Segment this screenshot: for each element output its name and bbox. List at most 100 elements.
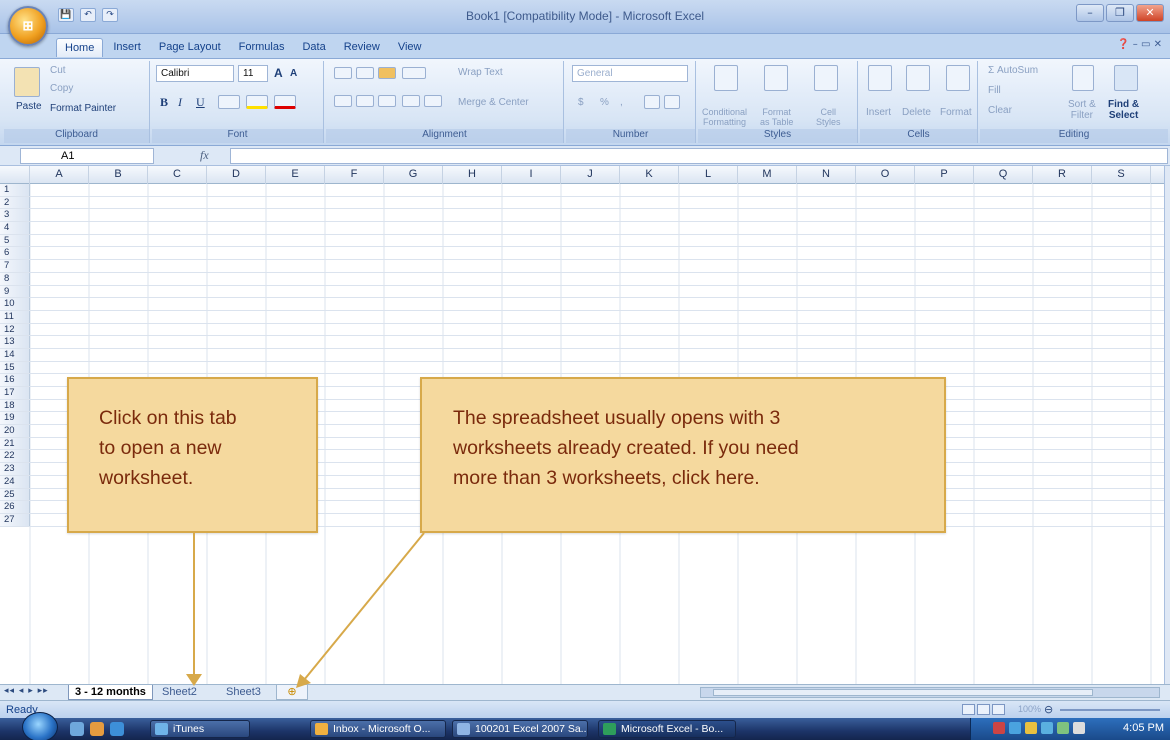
font-name-select[interactable]: Calibri	[156, 65, 234, 82]
column-header-a[interactable]: A	[30, 166, 89, 184]
minimize-button[interactable]: –	[1076, 4, 1104, 22]
sheet-row[interactable]: 14	[0, 348, 1164, 362]
row-header-27[interactable]: 27	[0, 513, 30, 526]
row-header-14[interactable]: 14	[0, 348, 30, 361]
sheet-row[interactable]: 12	[0, 323, 1164, 337]
row-header-20[interactable]: 20	[0, 425, 30, 437]
task-inbox[interactable]: Inbox - Microsoft O...	[310, 720, 446, 738]
zoom-out-button[interactable]: ⊖	[1044, 703, 1053, 716]
horizontal-scroll-thumb[interactable]	[713, 689, 1093, 696]
row-header-1[interactable]: 1	[0, 184, 30, 196]
cell-styles-icon[interactable]	[814, 65, 838, 91]
sheet-nav-buttons[interactable]: ◂◂ ◂ ▸ ▸▸	[4, 686, 49, 696]
column-header-h[interactable]: H	[443, 166, 502, 184]
messenger-icon[interactable]	[1025, 722, 1037, 734]
font-size-select[interactable]: 11	[238, 65, 268, 82]
format-button[interactable]: Format	[940, 107, 972, 118]
cell-styles-button[interactable]: Cell Styles	[816, 107, 841, 127]
increase-decimal-icon[interactable]	[644, 95, 660, 109]
tab-home[interactable]: Home	[56, 38, 104, 57]
security-icon[interactable]	[993, 722, 1005, 734]
column-header-q[interactable]: Q	[974, 166, 1033, 184]
row-header-9[interactable]: 9	[0, 285, 30, 298]
column-header-n[interactable]: N	[797, 166, 856, 184]
sheet-row[interactable]: 15	[0, 361, 1164, 375]
column-header-e[interactable]: E	[266, 166, 325, 184]
column-header-f[interactable]: F	[325, 166, 384, 184]
delete-button[interactable]: Delete	[902, 107, 931, 118]
percent-button[interactable]: %	[600, 97, 609, 108]
fill-button[interactable]: Fill	[988, 85, 1001, 96]
insert-worksheet-tab[interactable]: ⊕	[276, 685, 308, 700]
delete-cells-icon[interactable]	[906, 65, 930, 91]
cut-button[interactable]: Cut	[50, 65, 66, 76]
sheet-tab-sheet2[interactable]: Sheet2	[156, 685, 203, 700]
insert-function-icon[interactable]: fx	[200, 148, 209, 163]
maximize-button[interactable]: ❐	[1106, 4, 1134, 22]
format-painter-button[interactable]: Format Painter	[50, 103, 116, 114]
shrink-font-button[interactable]: A	[290, 68, 297, 79]
sheet-row[interactable]: 4	[0, 222, 1164, 235]
find-binoculars-icon[interactable]	[1114, 65, 1138, 91]
sheet-row[interactable]: 5	[0, 234, 1164, 248]
help-and-workbook-controls[interactable]: ❓ – ▭ ✕	[1117, 39, 1162, 50]
sheet-row[interactable]: 11	[0, 310, 1164, 324]
conditional-formatting-button[interactable]: Conditional Formatting	[702, 107, 747, 127]
horizontal-scrollbar[interactable]	[700, 687, 1160, 698]
align-left-icon[interactable]	[334, 95, 352, 107]
column-header-p[interactable]: P	[915, 166, 974, 184]
number-format-select[interactable]: General	[572, 65, 688, 82]
row-header-2[interactable]: 2	[0, 196, 30, 209]
tab-view[interactable]: View	[390, 38, 430, 57]
row-header-10[interactable]: 10	[0, 298, 30, 310]
row-header-21[interactable]: 21	[0, 437, 30, 450]
row-header-22[interactable]: 22	[0, 450, 30, 463]
merge-center-button[interactable]: Merge & Center	[458, 97, 529, 108]
orientation-icon[interactable]	[402, 67, 426, 79]
format-as-table-button[interactable]: Format as Table	[760, 107, 793, 127]
sort-filter-icon[interactable]	[1072, 65, 1094, 91]
insert-cells-icon[interactable]	[868, 65, 892, 91]
column-header-g[interactable]: G	[384, 166, 443, 184]
format-as-table-icon[interactable]	[764, 65, 788, 91]
sheet-row[interactable]: 10	[0, 298, 1164, 311]
column-header-o[interactable]: O	[856, 166, 915, 184]
page-break-view-button[interactable]	[992, 704, 1005, 715]
show-desktop-icon[interactable]	[70, 722, 84, 736]
align-center-icon[interactable]	[356, 95, 374, 107]
column-header-k[interactable]: K	[620, 166, 679, 184]
row-header-7[interactable]: 7	[0, 260, 30, 272]
row-header-15[interactable]: 15	[0, 361, 30, 374]
sheet-tab-active[interactable]: 3 - 12 months	[68, 685, 153, 700]
sheet-row[interactable]: 7	[0, 260, 1164, 273]
normal-view-button[interactable]	[962, 704, 975, 715]
task-itunes[interactable]: iTunes	[150, 720, 250, 738]
format-cells-icon[interactable]	[946, 65, 970, 91]
italic-button[interactable]: I	[178, 95, 182, 110]
currency-button[interactable]: $	[578, 97, 584, 108]
tab-page-layout[interactable]: Page Layout	[151, 38, 229, 57]
tab-formulas[interactable]: Formulas	[231, 38, 293, 57]
column-header-c[interactable]: C	[148, 166, 207, 184]
fill-color-icon[interactable]	[246, 95, 268, 109]
grow-font-button[interactable]: A	[274, 66, 283, 80]
row-header-4[interactable]: 4	[0, 222, 30, 234]
underline-button[interactable]: U	[196, 95, 205, 110]
row-header-8[interactable]: 8	[0, 272, 30, 285]
font-color-icon[interactable]	[274, 95, 296, 109]
volume-icon[interactable]	[1073, 722, 1085, 734]
row-header-11[interactable]: 11	[0, 310, 30, 323]
sheet-row[interactable]: 8	[0, 272, 1164, 286]
vertical-scrollbar[interactable]	[1164, 166, 1170, 686]
formula-input[interactable]	[230, 148, 1168, 164]
column-header-j[interactable]: J	[561, 166, 620, 184]
insert-button[interactable]: Insert	[866, 107, 891, 118]
clear-button[interactable]: Clear	[988, 105, 1012, 116]
wrap-text-button[interactable]: Wrap Text	[458, 67, 503, 78]
sheet-row[interactable]: 2	[0, 196, 1164, 210]
sheet-row[interactable]: 13	[0, 336, 1164, 349]
sheet-row[interactable]: 3	[0, 209, 1164, 223]
select-all-corner[interactable]	[0, 166, 30, 184]
row-header-23[interactable]: 23	[0, 463, 30, 475]
copy-button[interactable]: Copy	[50, 83, 73, 94]
